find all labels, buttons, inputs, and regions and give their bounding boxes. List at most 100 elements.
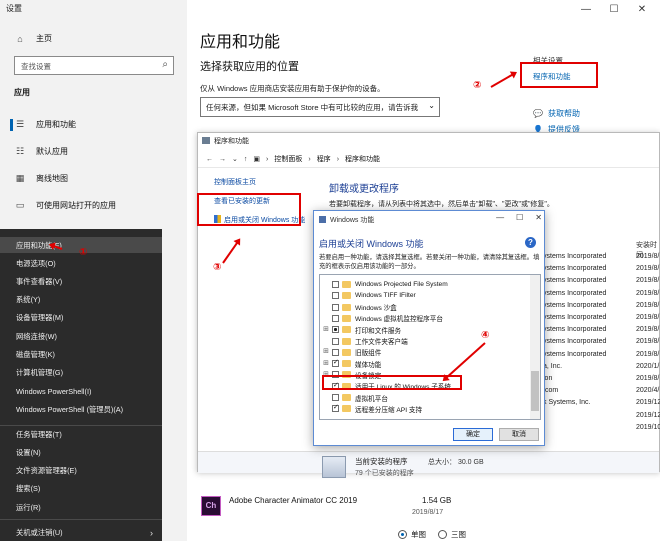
program-install-date: 2019/8/ bbox=[636, 253, 660, 260]
program-install-date: 2020/1/ bbox=[636, 362, 660, 370]
feature-checkbox[interactable] bbox=[332, 314, 339, 322]
breadcrumb-control-panel[interactable]: 控制面板 bbox=[274, 154, 302, 164]
feature-label: 虚拟机平台 bbox=[355, 395, 388, 403]
feature-label: Windows 虚拟机监控程序平台 bbox=[355, 316, 443, 324]
feature-checkbox[interactable] bbox=[332, 348, 339, 356]
menu-item[interactable]: Windows PowerShell (管理员)(A) bbox=[16, 405, 123, 415]
feature-checkbox[interactable] bbox=[332, 394, 339, 401]
feature-item[interactable]: 工作文件夹客户端 bbox=[320, 336, 530, 347]
menu-item[interactable]: Windows PowerShell(I) bbox=[16, 387, 91, 396]
feature-label: Windows 沙盒 bbox=[355, 305, 397, 313]
address-bar[interactable]: ← → ⌄ ↑ ▣ › 控制面板 › 程序 › 程序和功能 bbox=[198, 151, 659, 168]
feature-item[interactable]: ⊞ 旧版组件 bbox=[320, 347, 530, 358]
folder-icon bbox=[342, 394, 351, 401]
program-install-date: 2019/12/ bbox=[636, 399, 660, 407]
feature-checkbox[interactable] bbox=[332, 360, 339, 368]
programs-icon bbox=[322, 456, 346, 478]
search-input[interactable]: 查找设置 ⌕ bbox=[14, 56, 174, 75]
sidebar-item-apps-for-websites[interactable]: ▭ 可使用网站打开的应用 bbox=[14, 200, 116, 211]
list-icon: ☰ bbox=[15, 119, 25, 129]
default-apps-icon: ☷ bbox=[15, 146, 25, 156]
app-source-dropdown[interactable]: 任何来源，但如果 Microsoft Store 中有可比较的应用，请告诉我 ⌄ bbox=[200, 97, 440, 117]
menu-item[interactable]: 设备管理器(M) bbox=[16, 313, 63, 323]
radio-triple[interactable]: 三图 bbox=[438, 529, 466, 540]
scrollbar-thumb[interactable] bbox=[531, 371, 539, 411]
expand-icon[interactable]: ⊞ bbox=[322, 360, 330, 368]
minimize-button[interactable]: — bbox=[572, 0, 600, 18]
menu-item[interactable]: 网络连接(W) bbox=[16, 332, 57, 342]
menu-item[interactable]: 运行(R) bbox=[16, 503, 41, 513]
feature-checkbox[interactable] bbox=[332, 292, 339, 300]
control-panel-home-link[interactable]: 控制面板主页 bbox=[214, 177, 305, 187]
back-icon[interactable]: ← bbox=[206, 156, 213, 163]
program-publisher: ystems Incorporated bbox=[543, 277, 607, 285]
menu-item[interactable]: 搜索(S) bbox=[16, 484, 40, 494]
ok-button[interactable]: 确定 bbox=[453, 428, 493, 441]
radio-single[interactable]: 单图 bbox=[398, 529, 426, 540]
marker-3: ③ bbox=[213, 262, 222, 273]
menu-item[interactable]: 设置(N) bbox=[16, 448, 41, 458]
feature-item[interactable]: Windows 沙盒 bbox=[320, 302, 530, 313]
menu-item[interactable]: 文件资源管理器(E) bbox=[16, 466, 77, 476]
program-install-date: 2019/8/ bbox=[636, 350, 660, 358]
menu-item[interactable]: 关机或注销(U) bbox=[16, 528, 63, 538]
search-icon: ⌕ bbox=[162, 59, 168, 70]
scrollbar[interactable] bbox=[530, 275, 540, 419]
menu-item[interactable]: 电源选项(O) bbox=[16, 259, 56, 269]
app-date: 2019/8/17 bbox=[412, 509, 444, 516]
minimize-button[interactable]: — bbox=[496, 213, 504, 222]
feature-item[interactable]: Windows Projected File System bbox=[320, 279, 530, 290]
forward-icon[interactable]: → bbox=[219, 156, 226, 163]
sidebar-item-apps-features[interactable]: ☰ 应用和功能 bbox=[14, 119, 76, 130]
chevron-icon: › bbox=[336, 155, 340, 163]
chevron-right-icon: › bbox=[150, 528, 153, 538]
app-name[interactable]: Adobe Character Animator CC 2019 bbox=[229, 496, 357, 505]
up-icon[interactable]: ↑ bbox=[244, 156, 248, 163]
web-apps-icon: ▭ bbox=[15, 200, 25, 210]
sidebar-item-label: 主页 bbox=[36, 34, 52, 43]
feature-item[interactable]: 远程差分压缩 API 支持 bbox=[320, 403, 530, 414]
program-install-date: 2019/12/ bbox=[636, 411, 660, 419]
menu-item[interactable]: 事件查看器(V) bbox=[16, 277, 62, 287]
dropdown-icon[interactable]: ⌄ bbox=[232, 155, 238, 163]
current-installed-label: 当前安装的程序 bbox=[355, 457, 408, 466]
expand-icon[interactable]: ⊞ bbox=[322, 326, 330, 334]
menu-item[interactable]: 计算机管理(G) bbox=[16, 368, 63, 378]
maximize-button[interactable]: ☐ bbox=[516, 213, 523, 222]
feature-checkbox[interactable] bbox=[332, 303, 339, 311]
sidebar-item-home[interactable]: ⌂ 主页 bbox=[14, 33, 52, 44]
menu-item[interactable]: 磁盘管理(K) bbox=[16, 350, 55, 360]
feature-checkbox[interactable] bbox=[332, 281, 339, 288]
maximize-button[interactable]: ☐ bbox=[600, 0, 628, 18]
window-controls: — ☐ ✕ bbox=[572, 0, 656, 18]
program-install-date: 2020/4/ bbox=[636, 387, 660, 395]
help-icon[interactable]: ? bbox=[525, 237, 536, 248]
program-publisher: ystems Incorporated bbox=[543, 326, 607, 334]
feature-item[interactable]: Windows TIFF IFilter bbox=[320, 290, 530, 301]
sidebar-item-offline-maps[interactable]: ▦ 离线地图 bbox=[14, 173, 68, 184]
feature-label: 打印和文件服务 bbox=[355, 327, 402, 335]
feature-item[interactable]: ⊞ 打印和文件服务 bbox=[320, 324, 530, 335]
folder-icon bbox=[342, 326, 351, 334]
feature-label: 媒体功能 bbox=[355, 361, 382, 369]
feature-checkbox[interactable] bbox=[332, 337, 339, 345]
breadcrumb-programs[interactable]: 程序 bbox=[317, 154, 331, 164]
expand-icon bbox=[322, 405, 330, 413]
windows-features-icon bbox=[319, 216, 326, 223]
cancel-button[interactable]: 取消 bbox=[499, 428, 539, 441]
feature-checkbox[interactable] bbox=[332, 326, 339, 334]
feature-item[interactable]: 虚拟机平台 bbox=[320, 392, 530, 403]
breadcrumb-programs-features[interactable]: 程序和功能 bbox=[345, 154, 380, 164]
program-install-date: 2019/8/ bbox=[636, 301, 660, 309]
expand-icon[interactable]: ⊞ bbox=[322, 348, 330, 356]
close-button[interactable]: ✕ bbox=[535, 213, 542, 222]
feature-item[interactable]: ⊞ 媒体功能 bbox=[320, 358, 530, 369]
sidebar-item-default-apps[interactable]: ☷ 默认应用 bbox=[14, 146, 68, 157]
menu-item[interactable]: 系统(Y) bbox=[16, 295, 40, 305]
feature-item[interactable]: Windows 虚拟机监控程序平台 bbox=[320, 313, 530, 324]
menu-item[interactable]: 任务管理器(T) bbox=[16, 430, 62, 440]
program-publisher: ystems Incorporated bbox=[543, 314, 607, 321]
close-button[interactable]: ✕ bbox=[628, 0, 656, 18]
feature-checkbox[interactable] bbox=[332, 405, 339, 413]
get-help-link[interactable]: 💬 获取帮助 bbox=[533, 108, 580, 119]
